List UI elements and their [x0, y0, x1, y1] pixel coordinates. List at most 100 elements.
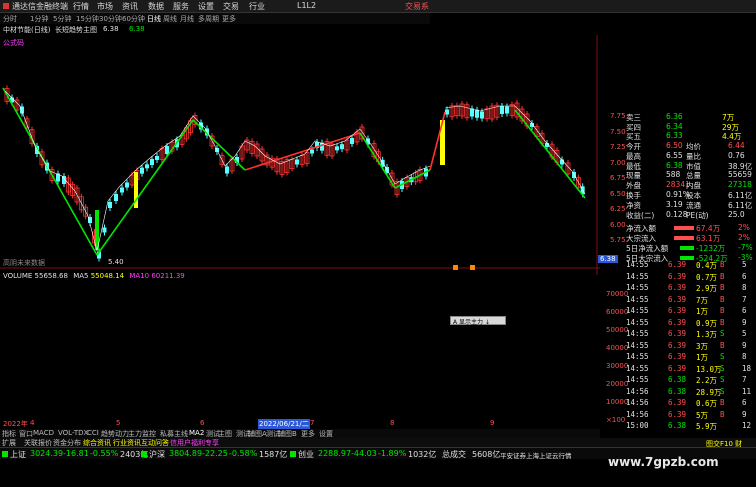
tick-price: 6.39	[668, 352, 687, 361]
tick-volume: 2.2万	[696, 376, 718, 385]
date-month-6: 6	[200, 419, 205, 427]
tick-count: 7	[742, 375, 747, 384]
quote-label: 收益(二)	[626, 210, 655, 220]
tick-row[interactable]: 15:00 6.38 5.9万 12	[600, 421, 756, 431]
quote-value: 25.0	[728, 209, 745, 219]
index-change: -16.81	[63, 449, 89, 458]
bid-ask-price: 6.33	[666, 131, 683, 140]
tick-row[interactable]: 14:55 6.38 2.2万 S 7	[600, 375, 756, 385]
fund-flow-pct: 2%	[738, 233, 750, 243]
future-data-note: 高阴未来数据	[3, 259, 45, 267]
tick-row[interactable]: 14:55 6.39 7万 B 7	[600, 295, 756, 305]
tick-time: 15:00	[626, 421, 649, 430]
index-change: -22.25	[202, 449, 228, 458]
trend-line-down	[359, 132, 396, 189]
tick-side: B	[720, 260, 725, 269]
tick-row[interactable]: 14:56 6.39 0.6万 B 6	[600, 398, 756, 408]
indicator-tab[interactable]: MA2	[189, 429, 204, 437]
quote-value: 0.128	[666, 209, 688, 219]
total-turnover-value: 5608亿	[472, 450, 501, 459]
candle-down	[505, 106, 509, 114]
quote-row: 外盘 28341 内盘 27318	[600, 180, 756, 190]
index-value: 2288.97	[318, 449, 352, 458]
quote-value: 588	[666, 170, 681, 180]
candle-down	[475, 109, 479, 118]
tick-volume: 5万	[696, 410, 709, 420]
tick-volume: 5.9万	[696, 422, 718, 431]
event-marker	[470, 265, 475, 270]
trend-line-up	[394, 169, 431, 189]
tick-row[interactable]: 14:55 6.39 2.9万 B 8	[600, 283, 756, 293]
index-name[interactable]: 创业	[298, 449, 314, 460]
fund-flow-row: 大宗流入 63.1万 2%	[600, 233, 756, 243]
tick-volume: 2.9万	[696, 284, 718, 293]
index-name[interactable]: 沪深	[149, 449, 165, 460]
tick-side: S	[720, 386, 725, 396]
tick-count: 8	[742, 283, 747, 292]
fund-flow-row: 5日净流入额 -1232万 -7%	[600, 243, 756, 253]
tick-price: 6.39	[668, 283, 687, 292]
tick-row[interactable]: 14:55 6.39 13.0万 S 18	[600, 364, 756, 374]
candle-down	[295, 159, 299, 165]
tick-price: 6.39	[668, 409, 687, 419]
date-month-8: 8	[390, 419, 395, 427]
tick-time: 14:55	[626, 260, 649, 269]
tick-row[interactable]: 14:56 6.38 28.9万 S 11	[600, 387, 756, 397]
candle-down	[150, 159, 154, 165]
tick-row[interactable]: 14:55 6.39 1.3万 S 5	[600, 329, 756, 339]
tick-count: 6	[742, 271, 747, 281]
indicator-tab[interactable]: CCI	[87, 429, 99, 437]
tick-row[interactable]: 14:55 6.39 0.9万 B 9	[600, 318, 756, 328]
tick-time: 14:55	[626, 306, 649, 315]
date-month-7: 7	[310, 419, 315, 427]
main-force-popup[interactable]: A 显示主力 ↓	[450, 316, 506, 326]
tick-row[interactable]: 14:55 6.39 0.4万 B 5	[600, 260, 756, 270]
tick-volume: 0.4万	[696, 261, 718, 270]
tick-price: 6.39	[668, 317, 687, 327]
candle-down	[155, 156, 159, 160]
tick-price: 6.38	[668, 421, 687, 430]
tick-list[interactable]: 14:55 6.39 0.4万 B 5 14:55 6.39 0.7万 B 6 14:55 6.39 2…	[600, 260, 756, 435]
tick-volume: 7万	[696, 295, 709, 305]
ma5-value: 55048.14	[90, 272, 125, 280]
tick-count: 6	[742, 306, 747, 315]
indicator-tab[interactable]: VOL-TDX	[58, 429, 88, 437]
tick-row[interactable]: 14:55 6.39 1万 B 6	[600, 306, 756, 316]
tick-row[interactable]: 14:55 6.39 0.7万 B 6	[600, 272, 756, 282]
event-marker	[453, 265, 458, 270]
candle-down	[120, 187, 124, 193]
candle-down	[114, 194, 118, 201]
index-name[interactable]: 上证	[10, 449, 26, 460]
candle-down	[500, 106, 504, 114]
tick-row[interactable]: 14:55 6.39 1万 S 8	[600, 352, 756, 362]
ma10-label: MA10	[129, 272, 150, 280]
info-tabs: 扩展 关联报价 资金分布 综合资讯 行业资讯 互动问答 信用户福利专享	[0, 438, 756, 447]
tick-price: 6.39	[668, 398, 687, 407]
quote-value: 6.44	[728, 141, 745, 150]
tick-count: 5	[742, 329, 747, 338]
tick-price: 6.39	[668, 260, 687, 269]
tick-row[interactable]: 14:56 6.39 5万 B 9	[600, 410, 756, 420]
candle-down	[102, 227, 107, 233]
volume-header: VOLUME 55658.68 MA5 55048.14 MA10 60211.…	[3, 272, 185, 280]
fund-flow-pct: -7%	[738, 243, 753, 252]
tick-count: 5	[742, 260, 747, 269]
news-ticker[interactable]: 平安证券上海上证云行情	[500, 450, 572, 460]
tick-volume: 1万	[696, 353, 709, 362]
tick-count: 11	[742, 386, 752, 396]
tick-price: 6.39	[668, 294, 687, 304]
kline-chart[interactable]	[0, 0, 600, 275]
fund-flow-bar	[674, 226, 694, 231]
quote-label: PE(动)	[686, 210, 709, 220]
tick-row[interactable]: 14:55 6.39 3万 B 9	[600, 341, 756, 351]
index-value: 3024.39	[30, 449, 64, 458]
tick-side: B	[720, 398, 725, 407]
candle-down	[480, 111, 484, 119]
tick-count: 6	[742, 398, 747, 407]
low-price-label: 5.40	[108, 258, 124, 266]
bid-ask-row: 买五 6.33 4.4万	[600, 131, 756, 141]
indicator-tab[interactable]: MACD	[33, 429, 54, 437]
quote-row: 最低 6.38 市值 38.9亿	[600, 161, 756, 171]
candle-down	[445, 109, 449, 115]
bid-ask-price: 6.34	[666, 121, 683, 131]
